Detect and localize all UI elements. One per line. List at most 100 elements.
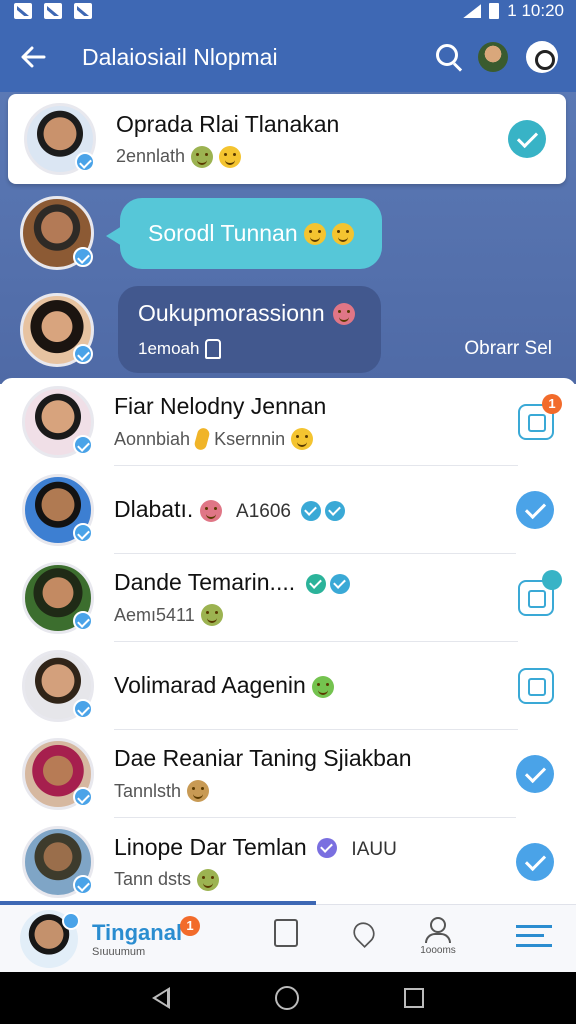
check-icon[interactable] [508, 120, 546, 158]
emoji-icon [304, 223, 327, 246]
system-recents-icon[interactable] [403, 988, 424, 1008]
notification-badge: 1 [542, 394, 562, 414]
avatar [24, 103, 96, 175]
check-icon [317, 838, 338, 859]
share-icon[interactable] [518, 570, 562, 616]
thumbs-up-icon [205, 339, 222, 359]
check-icon [301, 500, 322, 521]
heart-icon [348, 917, 380, 949]
status-time: 1 10:20 [507, 1, 564, 20]
menu-icon [516, 925, 552, 947]
notification-icon [74, 3, 92, 19]
avatar[interactable] [478, 42, 508, 72]
page-title: Dalaiosiail Nlopmai [82, 43, 278, 70]
chat-subtitle: 2ennlath [116, 145, 508, 168]
avatar [22, 386, 94, 458]
check-icon[interactable] [516, 755, 554, 793]
avatar [22, 650, 94, 722]
chat-name: Dlabatı. A1606 [114, 496, 508, 523]
profile-button[interactable]: 1oooms [416, 915, 460, 961]
verified-icon [73, 875, 93, 895]
clipboard-button[interactable] [264, 915, 308, 961]
nav-home[interactable]: Tinganal Sıuuumum 1 [92, 915, 202, 958]
notification-badge: 1 [180, 915, 200, 936]
verified-icon [73, 611, 93, 631]
list-item[interactable]: Linope Dar Temlan IAUU Tann dsts [0, 818, 576, 906]
list-item[interactable]: Dlabatı. A1606 [0, 466, 576, 554]
list-item[interactable]: Dae Reaniar Taning Sjiakban Tannlsth [0, 730, 576, 818]
emoji-icon [199, 499, 222, 522]
chat-name: Oprada Rlai Tlanakan [116, 110, 340, 137]
chat-name: Dande Temarin.... [114, 569, 510, 596]
verified-icon [73, 523, 93, 543]
signal-icon [463, 4, 482, 18]
check-icon[interactable] [516, 491, 554, 529]
check-icon [305, 573, 326, 594]
nav-brand-sub: Sıuuumum [92, 945, 146, 958]
emoji-icon [200, 604, 223, 626]
search-icon[interactable] [432, 40, 466, 74]
verified-icon [75, 152, 95, 172]
emoji-icon [219, 145, 242, 168]
notification-icon [44, 3, 62, 19]
list-item[interactable]: Fiar Nelodny Jennan Aonnbiah Ksernnin 1 [0, 378, 576, 466]
message-bubble[interactable]: Sorodl Tunnan [105, 197, 383, 269]
avatar [22, 738, 94, 810]
favorites-button[interactable] [342, 915, 386, 961]
emoji-icon [191, 145, 214, 168]
avatar[interactable] [20, 909, 80, 968]
back-button[interactable] [18, 42, 48, 72]
chat-name: Fiar Nelodny Jennan [114, 393, 327, 419]
battery-icon [489, 3, 500, 19]
verified-icon [73, 343, 93, 364]
emoji-icon [197, 868, 220, 891]
status-bar: 1 10:20 [0, 0, 576, 22]
share-icon[interactable]: 1 [518, 394, 562, 440]
emoji-icon [291, 428, 314, 450]
emoji-icon [332, 223, 355, 246]
chat-subtitle: Aemı5411 [114, 604, 510, 626]
options-icon[interactable] [526, 41, 558, 73]
verified-icon [73, 247, 93, 267]
system-back-icon[interactable] [152, 987, 171, 1009]
avatar[interactable] [20, 292, 94, 367]
chat-subtitle: Tann dsts [114, 868, 508, 891]
more-link[interactable]: Obrarr Sel [464, 338, 552, 360]
system-nav-bar [0, 972, 576, 1024]
emoji-icon [312, 675, 335, 698]
chat-area: Oprada Rlai Tlanakan 2ennlath Sorodl Tun… [0, 92, 576, 384]
emoji-icon [187, 780, 210, 802]
menu-button[interactable] [512, 915, 556, 961]
chat-subtitle: Aonnbiah Ksernnin [114, 426, 510, 452]
emoji-icon [332, 302, 355, 325]
verified-icon [62, 911, 80, 930]
list-item[interactable]: Volimarad Aagenin [0, 642, 576, 730]
system-icons: 1 10:20 [463, 1, 564, 21]
pill-icon [193, 426, 211, 452]
compose-icon[interactable] [518, 668, 554, 704]
scroll-indicator [0, 901, 316, 905]
arrow-left-icon [21, 46, 46, 68]
notification-icon [14, 3, 32, 19]
list-item[interactable]: Dande Temarin.... Aemı5411 [0, 554, 576, 642]
chat-name: Volimarad Aagenin [114, 672, 510, 699]
avatar[interactable] [20, 196, 94, 270]
bottom-nav: Tinganal Sıuuumum 1 1oooms [0, 901, 576, 972]
person-icon [430, 917, 446, 933]
pinned-chat[interactable]: Oprada Rlai Tlanakan 2ennlath [8, 94, 566, 184]
system-home-icon[interactable] [274, 986, 299, 1010]
check-icon[interactable] [516, 843, 554, 881]
avatar [22, 474, 94, 546]
clipboard-icon [274, 919, 298, 947]
notification-icons [14, 3, 92, 19]
chat-list: Fiar Nelodny Jennan Aonnbiah Ksernnin 1 … [0, 378, 576, 904]
check-icon [542, 570, 562, 590]
app-bar: Dalaiosiail Nlopmai [0, 22, 576, 92]
verified-icon [73, 699, 93, 719]
chat-name: Linope Dar Temlan IAUU [114, 833, 397, 860]
message-bubble[interactable]: Oukupmorassionn 1emoah [118, 286, 381, 373]
verified-icon [73, 435, 93, 455]
message-row: Oukupmorassionn 1emoah [20, 286, 381, 373]
message-row: Sorodl Tunnan [20, 196, 383, 270]
check-icon [329, 573, 350, 594]
